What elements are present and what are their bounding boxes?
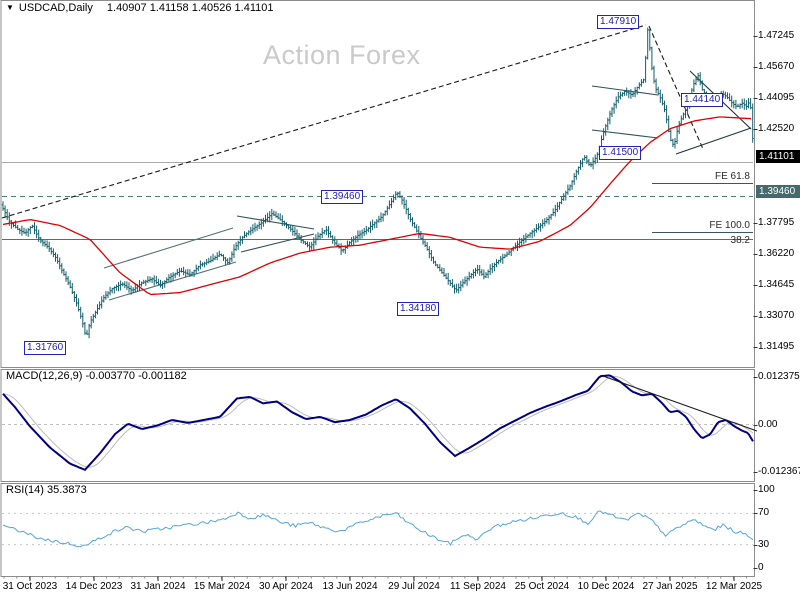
price-level-tag: 1.47910 bbox=[597, 15, 640, 29]
date-axis-tick: 31 Oct 2023 bbox=[2, 581, 58, 592]
watermark-logo: Action Forex bbox=[263, 40, 421, 70]
fib-38-2-label: 38.2 bbox=[730, 235, 750, 246]
date-axis-tick: 11 Sep 2024 bbox=[450, 581, 506, 592]
rsi-axis-tick: 0 bbox=[758, 562, 764, 573]
price-level-tag: 1.44140 bbox=[681, 93, 724, 107]
date-axis-tick: 27 Jan 2025 bbox=[642, 581, 698, 592]
price-axis-tick: 1.34645 bbox=[758, 278, 795, 290]
date-axis-tick: 31 Jan 2024 bbox=[130, 581, 186, 592]
rsi-indicator-label: RSI(14) 35.3873 bbox=[6, 484, 87, 496]
chart-canvas[interactable] bbox=[0, 0, 800, 600]
date-axis-tick: 14 Dec 2023 bbox=[65, 581, 123, 592]
macd-indicator-label: MACD(12,26,9) -0.003770 -0.001182 bbox=[6, 370, 187, 382]
date-axis-tick: 30 Apr 2024 bbox=[259, 581, 313, 592]
price-axis-tick: 1.45670 bbox=[758, 61, 795, 73]
rsi-axis-tick: 70 bbox=[758, 507, 770, 519]
date-axis-tick: 29 Jul 2024 bbox=[388, 581, 440, 592]
price-axis-tick: 1.42520 bbox=[758, 123, 795, 135]
price-level-tag: 1.34180 bbox=[397, 302, 440, 316]
price-axis-tick: 1.47245 bbox=[758, 30, 795, 41]
symbol-name: USDCAD,Daily bbox=[18, 2, 93, 14]
date-axis-tick: 15 Mar 2024 bbox=[193, 581, 251, 592]
date-axis-tick: 25 Oct 2024 bbox=[514, 581, 570, 592]
price-axis-tick: 1.36220 bbox=[758, 247, 795, 259]
price-level-tag: 1.31760 bbox=[24, 341, 67, 355]
price-level-tag: 1.41500 bbox=[599, 146, 642, 160]
rsi-axis-tick: 100 bbox=[758, 484, 775, 495]
trading-chart-window: ▼ USDCAD,Daily 1.40907 1.41158 1.40526 1.4… bbox=[0, 0, 800, 600]
price-axis-tick: 1.31495 bbox=[758, 341, 795, 352]
macd-axis-tick: 0.00 bbox=[758, 418, 778, 430]
date-axis-tick: 12 Mar 2025 bbox=[705, 581, 763, 592]
date-axis-tick: 13 Jun 2024 bbox=[322, 581, 378, 592]
rsi-axis-tick: 30 bbox=[758, 538, 770, 550]
price-level-tag: 1.39460 bbox=[321, 190, 364, 204]
price-axis-tick: 1.33070 bbox=[758, 309, 795, 321]
fe-100-0-label: FE 100.0 bbox=[709, 220, 750, 231]
macd-axis-tick: -0.012367 bbox=[758, 466, 800, 477]
date-axis-tick: 10 Dec 2024 bbox=[577, 581, 635, 592]
chevron-down-icon[interactable]: ▼ bbox=[6, 3, 14, 12]
highlight-level-tag: 1.39460 bbox=[756, 185, 800, 198]
current-price-tag: 1.41101 bbox=[756, 150, 800, 163]
symbol-title-bar: ▼ USDCAD,Daily 1.40907 1.41158 1.40526 1.4… bbox=[6, 2, 273, 14]
price-axis-tick: 1.37795 bbox=[758, 216, 795, 228]
fe-61-8-label: FE 61.8 bbox=[714, 171, 750, 182]
ohlc-values: 1.40907 1.41158 1.40526 1.41101 bbox=[106, 2, 274, 14]
macd-axis-tick: 0.012375 bbox=[758, 371, 800, 382]
price-axis-tick: 1.44095 bbox=[758, 92, 795, 104]
